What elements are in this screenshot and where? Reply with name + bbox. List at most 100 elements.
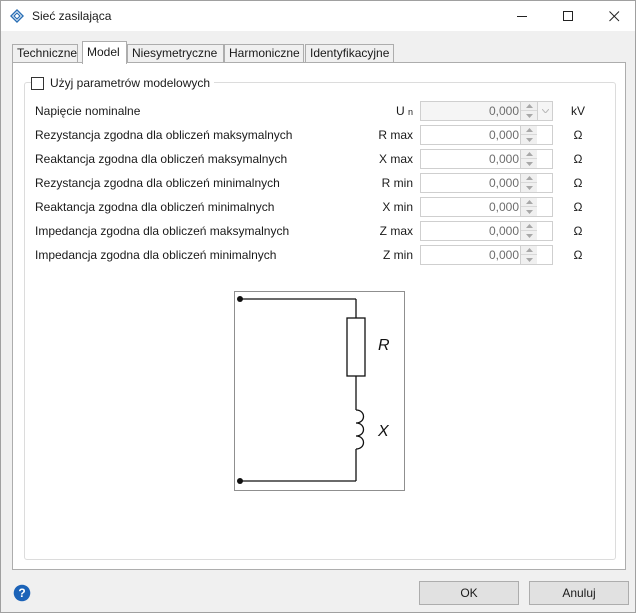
param-row-z-min: Impedancja zgodna dla obliczeń minimalny… [13, 244, 627, 266]
inductor-label: X [377, 423, 390, 440]
resistor-symbol [346, 317, 366, 377]
spin-up-button[interactable] [521, 198, 537, 207]
param-label: Impedancja zgodna dla obliczeń maksymaln… [35, 224, 290, 238]
caret-up-icon [525, 176, 533, 180]
spin-down-button[interactable] [521, 159, 537, 168]
spin-up-button[interactable] [521, 126, 537, 135]
param-unit: kV [570, 104, 585, 118]
param-unit: Ω [573, 176, 583, 190]
tab-identyfikacyjne[interactable]: Identyfikacyjne [305, 44, 394, 63]
terminal-bottom [237, 478, 243, 484]
param-label: Napięcie nominalne [35, 104, 141, 118]
resistor-label: R [378, 337, 390, 354]
ok-button[interactable]: OK [419, 581, 519, 605]
caret-up-icon [525, 200, 533, 204]
x-max-spinbox[interactable]: 0,000 [420, 149, 553, 169]
spinbox-arrows [520, 102, 537, 120]
param-unit: Ω [573, 248, 583, 262]
window-title: Sieć zasilająca [32, 9, 112, 23]
tab-niesymetryczne[interactable]: Niesymetryczne [127, 44, 224, 63]
caret-down-icon [525, 137, 533, 142]
maximize-icon [562, 10, 573, 21]
circuit-svg: R X [237, 296, 390, 484]
title-bar[interactable]: Sieć zasilająca [1, 1, 635, 31]
caret-up-icon [525, 128, 533, 132]
inductor-symbol [355, 409, 365, 450]
caret-up-icon [525, 224, 533, 228]
spin-down-button[interactable] [521, 207, 537, 216]
use-model-params-option[interactable]: Użyj parametrów modelowych [31, 76, 215, 90]
param-symbol: Z min [383, 248, 413, 262]
param-row-x-max: Reaktancja zgodna dla obliczeń maksymaln… [13, 148, 627, 170]
x-min-spinbox[interactable]: 0,000 [420, 197, 553, 217]
param-unit: Ω [573, 200, 583, 214]
spinbox-value: 0,000 [488, 224, 519, 238]
tab-techniczne[interactable]: Techniczne [12, 44, 78, 63]
z-min-spinbox[interactable]: 0,000 [420, 245, 553, 265]
param-symbol: R min [381, 176, 413, 190]
param-row-z-max: Impedancja zgodna dla obliczeń maksymaln… [13, 220, 627, 242]
spin-down-button[interactable] [521, 183, 537, 192]
diamond-app-icon [10, 9, 24, 23]
caret-down-icon [525, 113, 533, 118]
spinbox-arrows [520, 174, 537, 192]
param-symbol: X min [382, 200, 413, 214]
param-symbol: U n [395, 104, 413, 118]
param-label: Rezystancja zgodna dla obliczeń minimaln… [35, 176, 280, 190]
spin-up-button[interactable] [521, 102, 537, 111]
spinbox-value: 0,000 [488, 248, 519, 262]
param-row-r-max: Rezystancja zgodna dla obliczeń maksymal… [13, 124, 627, 146]
caret-down-icon [525, 233, 533, 238]
r-min-spinbox[interactable]: 0,000 [420, 173, 553, 193]
caret-down-icon [525, 257, 533, 262]
tab-model[interactable]: Model [82, 41, 127, 64]
chevron-down-icon [541, 109, 549, 113]
use-model-params-checkbox[interactable] [31, 76, 44, 90]
close-icon [608, 10, 619, 21]
param-row-x-min: Reaktancja zgodna dla obliczeń minimalny… [13, 196, 627, 218]
param-label: Reaktancja zgodna dla obliczeń minimalny… [35, 200, 275, 214]
param-label: Reaktancja zgodna dla obliczeń maksymaln… [35, 152, 288, 166]
unit-dropdown-button[interactable] [537, 102, 552, 120]
param-label: Impedancja zgodna dla obliczeń minimalny… [35, 248, 277, 262]
spin-up-button[interactable] [521, 150, 537, 159]
spinbox-value: 0,000 [488, 176, 519, 190]
minimize-icon [516, 15, 527, 17]
caret-down-icon [525, 161, 533, 166]
use-model-params-label: Użyj parametrów modelowych [50, 76, 211, 90]
spinbox-arrows [520, 126, 537, 144]
tab-harmoniczne[interactable]: Harmoniczne [224, 44, 304, 63]
equivalent-circuit-diagram: R X [234, 291, 405, 491]
spin-up-button[interactable] [521, 174, 537, 183]
caret-up-icon [525, 248, 533, 252]
spinbox-arrows [520, 246, 537, 264]
spinbox-arrows [520, 222, 537, 240]
param-symbol-subscript: n [407, 107, 413, 117]
caret-up-icon [525, 104, 533, 108]
param-symbol: X max [378, 152, 413, 166]
caret-down-icon [525, 185, 533, 190]
close-button[interactable] [591, 1, 636, 31]
spin-down-button[interactable] [521, 255, 537, 264]
r-max-spinbox[interactable]: 0,000 [420, 125, 553, 145]
help-button[interactable]: ? [13, 584, 31, 602]
spin-down-button[interactable] [521, 111, 537, 120]
maximize-button[interactable] [545, 1, 591, 31]
param-row-nominal-voltage: Napięcie nominalne U n 0,000 kV [13, 100, 627, 122]
z-max-spinbox[interactable]: 0,000 [420, 221, 553, 241]
cancel-button[interactable]: Anuluj [529, 581, 629, 605]
param-unit: Ω [573, 224, 583, 238]
spin-up-button[interactable] [521, 222, 537, 231]
spinbox-value: 0,000 [488, 128, 519, 142]
param-label: Rezystancja zgodna dla obliczeń maksymal… [35, 128, 293, 142]
nominal-voltage-spinbox[interactable]: 0,000 [420, 101, 553, 121]
spinbox-arrows [520, 150, 537, 168]
minimize-button[interactable] [499, 1, 545, 31]
param-row-r-min: Rezystancja zgodna dla obliczeń minimaln… [13, 172, 627, 194]
spin-down-button[interactable] [521, 135, 537, 144]
spinbox-value: 0,000 [488, 152, 519, 166]
spin-down-button[interactable] [521, 231, 537, 240]
caret-down-icon [525, 209, 533, 214]
spin-up-button[interactable] [521, 246, 537, 255]
caret-up-icon [525, 152, 533, 156]
